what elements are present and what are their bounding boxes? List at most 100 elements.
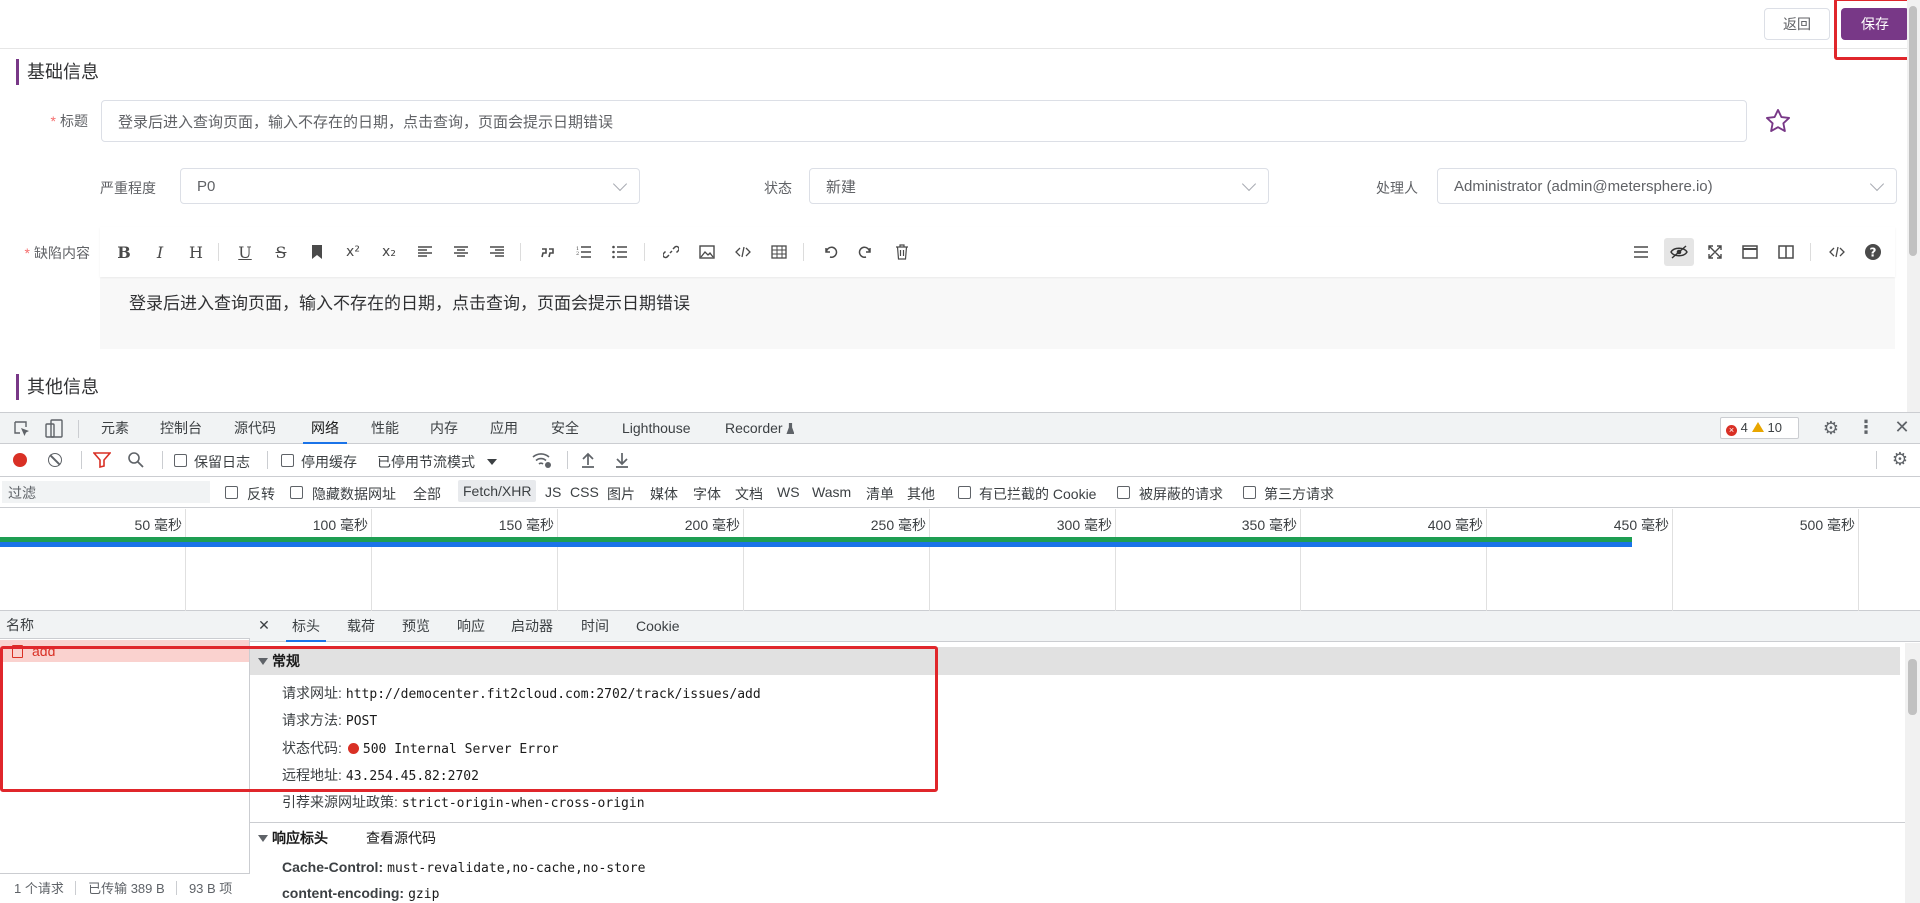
italic-button[interactable]: I bbox=[148, 240, 172, 264]
network-settings-gear-icon[interactable]: ⚙ bbox=[1890, 449, 1910, 470]
type-filter-css[interactable]: CSS bbox=[570, 484, 599, 500]
type-filter-wasm[interactable]: Wasm bbox=[812, 484, 851, 500]
clear-icon[interactable] bbox=[48, 453, 62, 467]
align-left-icon[interactable] bbox=[413, 240, 437, 264]
tab-payload[interactable]: 载荷 bbox=[347, 611, 375, 642]
ordered-list-icon[interactable]: 12 bbox=[572, 240, 596, 264]
bold-button[interactable]: B bbox=[112, 240, 136, 264]
toolbar-divider bbox=[803, 243, 804, 261]
html-code-icon[interactable] bbox=[1825, 240, 1849, 264]
type-filter-manifest[interactable]: 清单 bbox=[866, 484, 894, 504]
code-icon[interactable] bbox=[731, 240, 755, 264]
type-filter-font[interactable]: 字体 bbox=[693, 484, 721, 504]
tab-response[interactable]: 响应 bbox=[457, 611, 485, 642]
quote-icon[interactable] bbox=[536, 240, 560, 264]
timeline-tick-label: 250 毫秒 bbox=[870, 517, 926, 533]
type-filter-ws[interactable]: WS bbox=[777, 484, 800, 500]
network-overview-timeline[interactable]: 50 毫秒 100 毫秒 150 毫秒 200 毫秒 250 毫秒 300 毫秒… bbox=[0, 509, 1920, 611]
page-scrollbar-thumb[interactable] bbox=[1909, 6, 1917, 256]
fullscreen-icon[interactable] bbox=[1703, 240, 1727, 264]
type-filter-fetch-xhr[interactable]: Fetch/XHR bbox=[458, 480, 537, 502]
back-button[interactable]: 返回 bbox=[1764, 8, 1830, 40]
name-column-header[interactable]: 名称 bbox=[0, 611, 250, 639]
tab-cookies[interactable]: Cookie bbox=[636, 611, 680, 642]
tab-headers[interactable]: 标头 bbox=[286, 611, 326, 642]
tab-application[interactable]: 应用 bbox=[490, 413, 518, 444]
save-button[interactable]: 保存 bbox=[1841, 8, 1909, 40]
severity-select[interactable]: P0 bbox=[180, 168, 640, 204]
details-scrollbar-thumb[interactable] bbox=[1908, 659, 1917, 715]
subscript-button[interactable]: x₂ bbox=[377, 240, 401, 264]
tab-recorder[interactable]: Recorder bbox=[725, 413, 795, 444]
throttle-select[interactable]: 已停用节流模式 bbox=[377, 452, 497, 472]
tab-sources[interactable]: 源代码 bbox=[234, 413, 276, 444]
record-icon[interactable] bbox=[13, 453, 27, 467]
align-center-icon[interactable] bbox=[449, 240, 473, 264]
search-icon[interactable] bbox=[127, 451, 145, 472]
tab-console[interactable]: 控制台 bbox=[160, 413, 202, 444]
invert-checkbox[interactable] bbox=[225, 486, 238, 499]
inspect-element-icon[interactable] bbox=[12, 420, 32, 442]
link-icon[interactable] bbox=[659, 240, 683, 264]
header-button[interactable]: H bbox=[184, 240, 208, 264]
handler-select[interactable]: Administrator (admin@metersphere.io) bbox=[1437, 168, 1897, 204]
issues-badge[interactable]: × 4 10 bbox=[1720, 417, 1799, 439]
close-devtools-icon[interactable]: ✕ bbox=[1892, 417, 1912, 438]
redo-icon[interactable] bbox=[854, 240, 878, 264]
bookmark-icon[interactable] bbox=[305, 240, 329, 264]
type-filter-other[interactable]: 其他 bbox=[907, 484, 935, 504]
type-filter-all[interactable]: 全部 bbox=[413, 484, 441, 504]
export-har-icon[interactable] bbox=[614, 451, 630, 472]
align-right-icon[interactable] bbox=[485, 240, 509, 264]
title-input[interactable]: 登录后进入查询页面，输入不存在的日期，点击查询，页面会提示日期错误 bbox=[101, 100, 1747, 142]
unordered-list-icon[interactable] bbox=[608, 240, 632, 264]
network-conditions-icon[interactable] bbox=[531, 450, 553, 473]
status-select[interactable]: 新建 bbox=[809, 168, 1269, 204]
underline-button[interactable]: U bbox=[233, 240, 257, 264]
filter-input[interactable]: 过滤 bbox=[2, 481, 210, 503]
type-filter-js[interactable]: JS bbox=[545, 484, 561, 500]
preview-toggle-icon[interactable] bbox=[1664, 238, 1694, 266]
tab-performance[interactable]: 性能 bbox=[371, 413, 399, 444]
disable-cache-checkbox[interactable] bbox=[281, 454, 294, 467]
more-options-icon[interactable]: ⋮ bbox=[1856, 417, 1876, 438]
blocked-cookies-checkbox[interactable] bbox=[958, 486, 971, 499]
type-filter-doc[interactable]: 文档 bbox=[735, 484, 763, 504]
superscript-button[interactable]: x² bbox=[341, 240, 365, 264]
tab-memory[interactable]: 内存 bbox=[430, 413, 458, 444]
split-view-icon[interactable] bbox=[1774, 240, 1798, 264]
strikethrough-button[interactable]: S bbox=[269, 240, 293, 264]
tab-initiator[interactable]: 启动器 bbox=[511, 611, 553, 642]
hide-data-urls-checkbox[interactable] bbox=[290, 486, 303, 499]
tab-security[interactable]: 安全 bbox=[551, 413, 579, 444]
settings-gear-icon[interactable]: ⚙ bbox=[1821, 418, 1841, 439]
filter-icon[interactable] bbox=[92, 452, 112, 471]
editor-content[interactable]: 登录后进入查询页面，输入不存在的日期，点击查询，页面会提示日期错误 bbox=[129, 289, 690, 314]
help-icon[interactable]: ? bbox=[1861, 240, 1885, 264]
rich-text-editor[interactable]: B I H U S x² x₂ 12 ? 登录后进入查询页面，输入不存在的日期，… bbox=[100, 227, 1895, 349]
trash-icon[interactable] bbox=[890, 240, 914, 264]
third-party-checkbox[interactable] bbox=[1243, 486, 1256, 499]
type-filter-img[interactable]: 图片 bbox=[607, 484, 635, 504]
outline-icon[interactable] bbox=[1629, 240, 1653, 264]
image-icon[interactable] bbox=[695, 240, 719, 264]
tab-preview[interactable]: 预览 bbox=[402, 611, 430, 642]
star-icon[interactable] bbox=[1764, 107, 1792, 135]
close-details-icon[interactable]: ✕ bbox=[256, 617, 272, 634]
tab-timing[interactable]: 时间 bbox=[581, 611, 609, 642]
type-filter-media[interactable]: 媒体 bbox=[650, 484, 678, 504]
table-icon[interactable] bbox=[767, 240, 791, 264]
general-section-header[interactable]: 常规 bbox=[250, 647, 1900, 675]
page-fullscreen-icon[interactable] bbox=[1738, 240, 1762, 264]
import-har-icon[interactable] bbox=[580, 451, 596, 472]
view-source-link[interactable]: 查看源代码 bbox=[366, 830, 436, 846]
response-headers-section-header[interactable]: 响应标头 查看源代码 bbox=[250, 824, 1900, 852]
blocked-requests-checkbox[interactable] bbox=[1117, 486, 1130, 499]
device-toolbar-icon[interactable] bbox=[44, 419, 64, 443]
tab-lighthouse[interactable]: Lighthouse bbox=[622, 413, 691, 444]
tab-elements[interactable]: 元素 bbox=[101, 413, 129, 444]
tab-network[interactable]: 网络 bbox=[303, 413, 347, 444]
preserve-log-checkbox[interactable] bbox=[174, 454, 187, 467]
undo-icon[interactable] bbox=[818, 240, 842, 264]
request-row-add[interactable]: add bbox=[0, 640, 249, 662]
